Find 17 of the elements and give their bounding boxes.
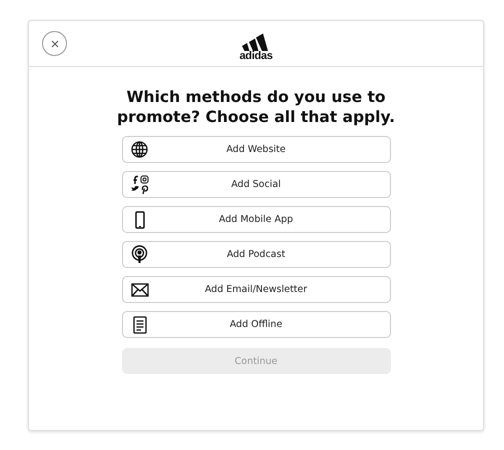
close-icon bbox=[50, 40, 58, 48]
phone-icon bbox=[134, 210, 144, 228]
globe-icon bbox=[131, 141, 148, 158]
document-icon bbox=[132, 316, 146, 334]
question-heading: Which methods do you use to promote? Choose all that apply. bbox=[116, 87, 396, 127]
option-button[interactable]: Add Podcast bbox=[122, 241, 390, 268]
option-button[interactable]: Add Website bbox=[122, 136, 390, 163]
option-button[interactable]: Add Social bbox=[122, 171, 390, 198]
social-icons-drawing bbox=[130, 174, 150, 194]
close-button[interactable] bbox=[42, 31, 67, 56]
envelope-icon bbox=[130, 282, 148, 296]
logo-text: adidas bbox=[239, 51, 273, 62]
option-button[interactable]: Add Offline bbox=[122, 311, 390, 338]
option-button[interactable]: Add Mobile App bbox=[122, 206, 390, 233]
podcast-icon bbox=[131, 245, 148, 264]
stripes-logo-icon bbox=[241, 33, 271, 51]
option-button[interactable]: Add Email/Newsletter bbox=[122, 276, 390, 303]
